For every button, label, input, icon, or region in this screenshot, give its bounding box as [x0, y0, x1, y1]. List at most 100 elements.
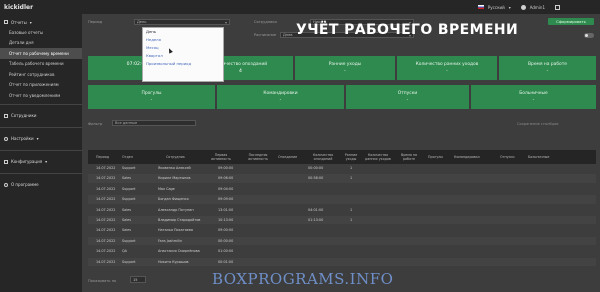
column-header[interactable]: Последняя активность — [243, 150, 273, 164]
save-columns-link[interactable]: Сохранение столбцов — [517, 122, 558, 126]
period-option-day[interactable]: День — [143, 28, 223, 36]
language-select[interactable]: Русский — [488, 5, 505, 10]
chevron-down-icon: ▾ — [36, 136, 39, 141]
table-row[interactable]: 14.07.2022 Support Богдан Фищенко 09:09:00 — [88, 195, 596, 204]
sidebar-item-about[interactable]: О программе — [0, 177, 82, 193]
sidebar-subitem-worktime-report[interactable]: Отчет по рабочему времени — [0, 48, 82, 59]
table-cell: 09:00:00 — [218, 228, 234, 233]
table-row[interactable]: 14.07.2022 QA Анастасия Смирнёнова 01:00:00 — [88, 247, 596, 255]
column-header[interactable]: Прогулы — [428, 150, 448, 164]
table-cell: 09:09:00 — [218, 197, 234, 202]
table-cell: 14.07.2022 — [96, 186, 116, 191]
table-cell: Sales — [122, 228, 132, 233]
period-select[interactable]: День — [134, 19, 230, 26]
table-cell: Support — [122, 259, 136, 264]
divider — [0, 172, 82, 174]
chevron-down-icon: ▾ — [29, 19, 32, 25]
table-row[interactable]: 14.07.2022 Sales Кирилл Мартынов 09:06:00 00… — [88, 174, 596, 183]
table-cell: 00:58:00 — [308, 176, 324, 181]
table-cell: 09:00:00 — [218, 166, 234, 170]
schedule-label: Расписание — [254, 33, 277, 37]
filter-select[interactable]: Все данные — [112, 120, 196, 126]
stat-tile-sick-leave: Больничные - — [471, 85, 596, 109]
tile-label: Больничные — [519, 91, 548, 96]
generate-button[interactable]: Сформировать — [548, 18, 594, 25]
table-row[interactable]: 14.07.2022 Sales Александр Потупин 13:01:00… — [88, 206, 596, 214]
table-row[interactable]: 14.07.2022 Support Max Cage 09:04:00 — [88, 185, 596, 193]
table-cell: 1 — [350, 207, 353, 212]
sidebar-item-configuration[interactable]: Конфигурация ▾ — [0, 154, 82, 170]
sidebar-subitem-timesheet[interactable]: Табель рабочего времени — [0, 59, 82, 70]
table-row[interactable]: 14.07.2022 Support Яковенко Алексей 09:00:0… — [88, 164, 596, 172]
chevron-down-icon: ▾ — [508, 4, 511, 10]
table-cell: 1 — [350, 218, 353, 222]
column-header[interactable]: Отпуски — [500, 150, 520, 164]
table-cell: Богдан Фищенко — [158, 197, 189, 202]
column-header[interactable]: Первая активность — [208, 150, 234, 164]
period-option-week[interactable]: Неделя — [143, 36, 223, 44]
divider — [0, 149, 82, 151]
table-cell: Никита Курышов — [158, 259, 189, 264]
column-header[interactable]: Время на работе — [398, 150, 420, 164]
table-cell: 10:13:00 — [218, 218, 234, 222]
table-cell: 00:01:00 — [218, 259, 234, 264]
period-option-month[interactable]: Месяц — [143, 44, 223, 52]
column-header[interactable]: Количество ранних уходов — [364, 150, 392, 164]
table-cell: 14.07.2022 — [96, 238, 116, 243]
page-size-select[interactable]: 15 — [130, 276, 146, 283]
table-cell: 14.07.2022 — [96, 166, 116, 170]
page-title: УЧЁТ РАБОЧЕГО ВРЕМЕНИ — [296, 22, 519, 38]
stat-tile-absences: Прогулы - — [88, 85, 215, 109]
sidebar-item-employees[interactable]: Сотрудники — [0, 108, 82, 124]
table-header: Период Отдел Сотрудник Первая активность… — [88, 150, 596, 164]
tile-value: - — [279, 98, 282, 103]
column-header[interactable]: Командировки — [454, 150, 484, 164]
gear-icon — [4, 136, 8, 141]
sidebar-subitem-notifications-report[interactable]: Отчет по уведомлениям — [0, 90, 82, 101]
sidebar-subitem-day-details[interactable]: Детали дня — [0, 38, 82, 49]
column-header[interactable]: Опоздание — [278, 150, 304, 164]
table-row[interactable]: 14.07.2022 Support Никита Курышов 00:01:00 — [88, 257, 596, 266]
sidebar-subitem-apps-report[interactable]: Отчет по приложениям — [0, 80, 82, 91]
table-row[interactable]: 14.07.2022 Support Fans Joshmilin 00:00:00 — [88, 236, 596, 246]
sidebar-item-settings[interactable]: Настройки ▾ — [0, 131, 82, 147]
column-header[interactable]: Больничные — [528, 150, 556, 164]
period-option-custom[interactable]: Произвольный период — [143, 60, 223, 68]
table-cell: 00:00:00 — [308, 166, 324, 170]
stat-tile-early-leave-count: Количество ранних уходов - — [397, 56, 497, 80]
table-cell: Fans Joshmilin — [158, 238, 182, 243]
column-header[interactable]: Отдел — [122, 150, 140, 164]
app-logo: kickidler — [4, 3, 34, 11]
table-cell: 00:00:00 — [218, 238, 234, 243]
table-cell: 01:00:00 — [218, 249, 234, 254]
sidebar: Отчеты ▾ Базовые отчеты Детали дня Отчет… — [0, 14, 82, 292]
toggle-switch[interactable] — [584, 33, 594, 38]
table-cell: Александр Потупин — [158, 207, 194, 212]
filter-label: Фильтр — [88, 122, 103, 126]
sidebar-item-label: Отчеты — [11, 19, 27, 25]
table-cell: 14.07.2022 — [96, 218, 116, 222]
sidebar-subitem-rating[interactable]: Рейтинг сотрудников — [0, 69, 82, 80]
table-cell: 1 — [350, 176, 353, 181]
sidebar-item-label: Настройки — [11, 136, 34, 141]
column-header[interactable]: Период — [96, 150, 112, 164]
table-cell: 1 — [350, 166, 353, 170]
sidebar-subitem-basic-reports[interactable]: Базовые отчеты — [0, 27, 82, 38]
tile-label: Ранние уходы — [328, 62, 362, 67]
table-row[interactable]: 14.07.2022 Sales Наталья Покатаева 09:00:00 — [88, 226, 596, 234]
employees-filter-label: Сотрудники — [254, 20, 277, 24]
divider — [0, 126, 82, 128]
logout-icon[interactable] — [555, 4, 560, 10]
chevron-down-icon: ▾ — [45, 159, 48, 164]
table-row[interactable]: 14.07.2022 Sales Владимир Стародойтов 10:13… — [88, 216, 596, 225]
column-header[interactable]: Сотрудник — [166, 150, 194, 164]
reports-icon — [4, 20, 8, 24]
tile-label: Командировки — [263, 91, 298, 96]
tile-label: Прогулы — [141, 91, 162, 96]
period-option-quarter[interactable]: Квартал — [143, 52, 223, 60]
flag-icon — [477, 5, 484, 9]
column-header[interactable]: Количество опозданий — [310, 150, 336, 164]
user-name[interactable]: Admin1 — [530, 5, 545, 10]
column-header[interactable]: Ранние уходы — [343, 150, 359, 164]
sidebar-item-reports[interactable]: Отчеты ▾ — [0, 17, 82, 27]
